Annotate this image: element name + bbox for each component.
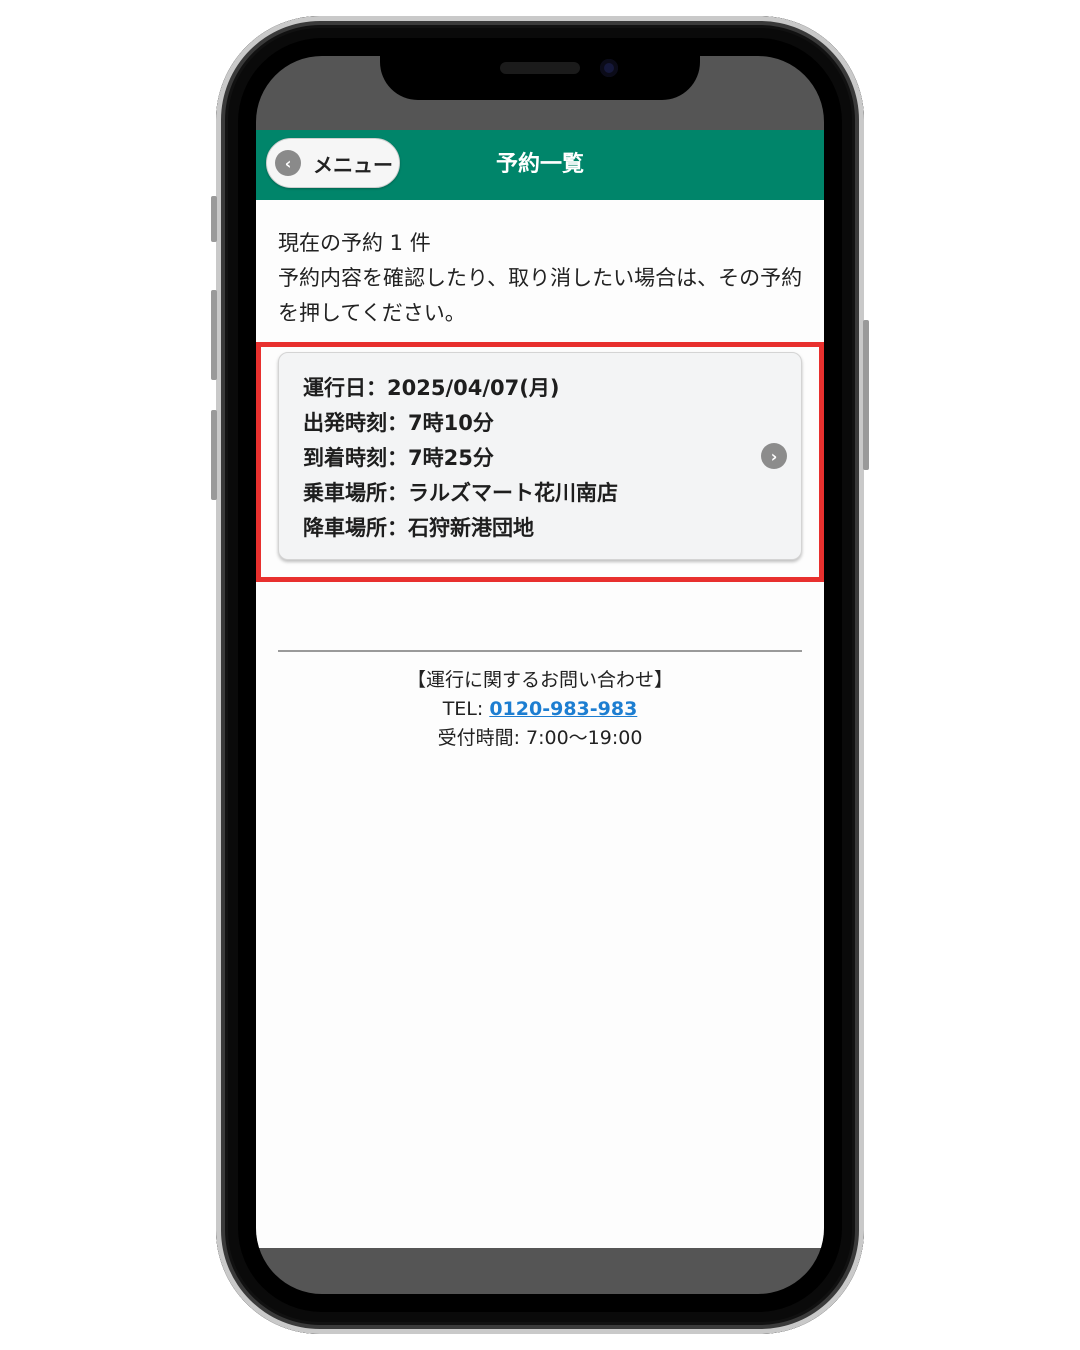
volume-down-button	[211, 410, 217, 500]
power-button	[863, 320, 869, 470]
instruction-text: 予約内容を確認したり、取り消したい場合は、その予約を押してください。	[278, 266, 803, 325]
departure-time: 出発時刻：7時10分	[303, 411, 494, 435]
reservation-list-page: ‹ メニュー 予約一覧 現在の予約 1 件 予約内容を確認したり、取り消したい場…	[256, 130, 824, 1248]
phone-screen: ‹ メニュー 予約一覧 現在の予約 1 件 予約内容を確認したり、取り消したい場…	[256, 56, 824, 1294]
chevron-left-icon: ‹	[275, 150, 301, 176]
silent-switch	[211, 196, 217, 242]
intro-text: 現在の予約 1 件 予約内容を確認したり、取り消したい場合は、その予約を押してく…	[278, 226, 808, 331]
service-date: 運行日：2025/04/07(月)	[303, 376, 560, 400]
alighting-place: 降車場所：石狩新港団地	[303, 516, 534, 540]
tel-prefix: TEL:	[442, 698, 490, 720]
reservation-count: 現在の予約 1 件	[278, 231, 431, 255]
chevron-right-icon: ›	[761, 443, 787, 469]
contact-heading: 【運行に関するお問い合わせ】	[406, 669, 673, 691]
menu-back-button[interactable]: ‹ メニュー	[266, 138, 400, 188]
front-camera	[600, 59, 618, 77]
menu-back-label: メニュー	[313, 152, 393, 177]
app-header: ‹ メニュー 予約一覧	[256, 130, 824, 200]
contact-hours: 受付時間: 7:00〜19:00	[437, 727, 643, 749]
arrival-time: 到着時刻：7時25分	[303, 446, 494, 470]
speaker-grille	[500, 62, 580, 74]
volume-up-button	[211, 290, 217, 380]
tel-link[interactable]: 0120-983-983	[489, 698, 637, 720]
contact-info: 【運行に関するお問い合わせ】 TEL: 0120-983-983 受付時間: 7…	[256, 666, 824, 753]
boarding-place: 乗車場所：ラルズマート花川南店	[303, 481, 618, 505]
reservation-card[interactable]: 運行日：2025/04/07(月) 出発時刻：7時10分 到着時刻：7時25分 …	[278, 352, 802, 560]
reservation-details: 運行日：2025/04/07(月) 出発時刻：7時10分 到着時刻：7時25分 …	[303, 371, 618, 546]
contact-tel: TEL: 0120-983-983	[256, 695, 824, 724]
divider	[278, 650, 802, 652]
